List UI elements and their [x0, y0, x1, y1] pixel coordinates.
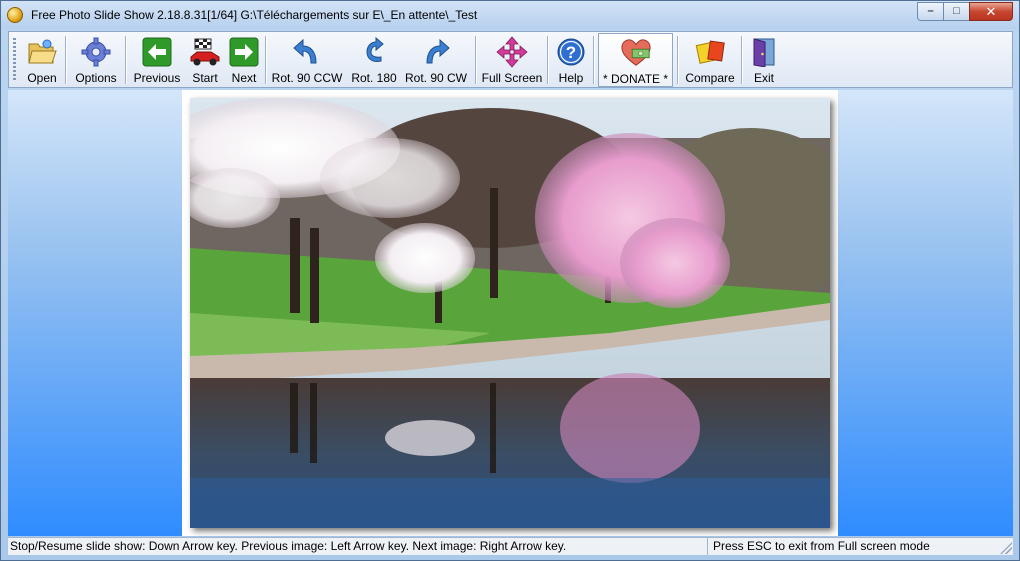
slide-photo[interactable]: [190, 98, 830, 528]
previous-button[interactable]: Previous: [131, 34, 183, 85]
arrow-left-icon: [141, 36, 173, 68]
full-screen-button[interactable]: Full Screen: [481, 34, 543, 85]
status-fullscreen-hint: Press ESC to exit from Full screen mode: [713, 539, 930, 553]
window-controls: – □ ✕: [917, 2, 1013, 21]
help-label: Help: [558, 71, 584, 85]
rotate-cw-label: Rot. 90 CW: [404, 71, 467, 85]
rotate-cw-button[interactable]: Rot. 90 CW: [403, 34, 469, 85]
slide-area[interactable]: [8, 90, 1013, 536]
compare-cards-icon: [694, 36, 726, 68]
window-title: Free Photo Slide Show 2.18.8.31[1/64] G:…: [31, 8, 478, 22]
app-window: Free Photo Slide Show 2.18.8.31[1/64] G:…: [0, 0, 1020, 561]
rotate-ccw-button[interactable]: Rot. 90 CCW: [271, 34, 343, 85]
full-screen-label: Full Screen: [481, 71, 543, 85]
rotate-ccw-icon: [291, 36, 323, 68]
toolbar-grip[interactable]: [13, 38, 16, 82]
options-label: Options: [75, 71, 117, 85]
toolbar-separator: [741, 36, 743, 84]
compare-button[interactable]: Compare: [683, 34, 737, 85]
minimize-button[interactable]: –: [917, 2, 943, 21]
donate-button[interactable]: * DONATE *: [598, 33, 673, 87]
next-button[interactable]: Next: [227, 34, 261, 85]
help-button[interactable]: ? Help: [553, 34, 589, 85]
open-button[interactable]: Open: [23, 34, 61, 85]
start-button[interactable]: Start: [187, 34, 223, 85]
open-label: Open: [27, 71, 57, 85]
maximize-button[interactable]: □: [943, 2, 969, 21]
previous-label: Previous: [133, 71, 181, 85]
next-label: Next: [231, 71, 257, 85]
photo-frame: [182, 90, 838, 536]
compare-label: Compare: [685, 71, 735, 85]
toolbar-separator: [125, 36, 127, 84]
folder-open-icon: [26, 36, 58, 68]
help-icon: ?: [555, 36, 587, 68]
toolbar-separator: [593, 36, 595, 84]
status-bar: Stop/Resume slide show: Down Arrow key. …: [8, 537, 1013, 555]
close-button[interactable]: ✕: [969, 2, 1013, 21]
donate-label: * DONATE *: [602, 72, 669, 86]
toolbar-separator: [677, 36, 679, 84]
toolbar: Open Options Previous Start Next Rot. 90…: [8, 31, 1013, 88]
title-bar[interactable]: Free Photo Slide Show 2.18.8.31[1/64] G:…: [1, 1, 1019, 29]
exit-label: Exit: [753, 71, 774, 85]
donate-content: * DONATE *: [599, 35, 672, 86]
race-car-icon: [189, 36, 221, 68]
rotate-ccw-label: Rot. 90 CCW: [271, 71, 343, 85]
rotate-180-label: Rot. 180: [351, 71, 397, 85]
svg-text:?: ?: [566, 43, 576, 62]
options-button[interactable]: Options: [71, 34, 121, 85]
rotate-180-button[interactable]: Rot. 180: [349, 34, 399, 85]
heart-money-icon: [620, 37, 652, 69]
toolbar-separator: [65, 36, 67, 84]
rotate-180-icon: [358, 36, 390, 68]
resize-grip[interactable]: [1000, 542, 1012, 554]
gear-icon: [80, 36, 112, 68]
arrow-right-icon: [228, 36, 260, 68]
exit-button[interactable]: Exit: [747, 34, 781, 85]
start-label: Start: [192, 71, 218, 85]
toolbar-separator: [265, 36, 267, 84]
toolbar-separator: [547, 36, 549, 84]
app-icon[interactable]: [7, 7, 23, 23]
toolbar-separator: [475, 36, 477, 84]
fullscreen-arrows-icon: [496, 36, 528, 68]
rotate-cw-icon: [420, 36, 452, 68]
exit-door-icon: [748, 36, 780, 68]
status-keyboard-hint: Stop/Resume slide show: Down Arrow key. …: [8, 538, 708, 555]
